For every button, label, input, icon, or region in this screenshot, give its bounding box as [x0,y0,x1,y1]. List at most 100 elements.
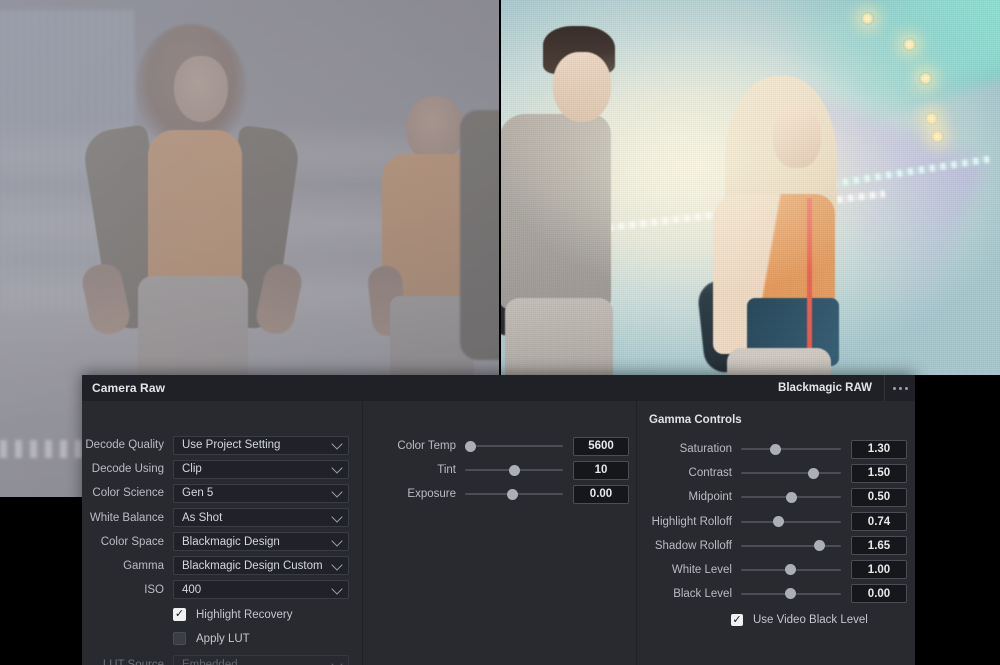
panel-body: Decode Quality Use Project Setting Decod… [82,401,915,665]
value-midpoint: 0.50 [868,491,890,503]
row-midpoint: Midpoint 0.50 [637,486,915,509]
row-gamma: Gamma Blackmagic Design Custom [82,554,362,577]
value-gamma: Blackmagic Design Custom [182,560,323,572]
color-controls-column: Color Temp 5600 Tint [363,401,636,665]
gamma-controls-column: Gamma Controls Saturation 1.30 Contr [637,401,915,665]
value-field-shadow-rolloff[interactable]: 1.65 [851,536,907,555]
value-field-saturation[interactable]: 1.30 [851,440,907,459]
slider-midpoint[interactable] [741,488,841,506]
film-grain [501,0,1000,375]
value-white-balance: As Shot [182,512,222,524]
camera-raw-panel: Camera Raw Blackmagic RAW Decode Quality… [82,375,915,665]
slider-white-level[interactable] [741,561,841,579]
row-saturation: Saturation 1.30 [637,438,915,461]
value-highlight-rolloff: 0.74 [868,516,890,528]
value-color-science: Gen 5 [182,487,213,499]
label-apply-lut: Apply LUT [196,633,250,645]
chevron-down-icon [331,559,342,570]
slider-thumb[interactable] [773,516,784,527]
slider-track [741,545,841,547]
slider-thumb[interactable] [465,441,476,452]
label-tint: Tint [389,464,465,476]
label-color-temp: Color Temp [389,440,465,452]
label-exposure: Exposure [389,488,465,500]
value-field-color-temp[interactable]: 5600 [573,437,629,456]
row-decode-quality: Decode Quality Use Project Setting [82,434,362,457]
more-options-icon[interactable] [885,375,915,401]
label-decode-using: Decode Using [82,463,173,475]
select-decode-quality[interactable]: Use Project Setting [173,436,349,455]
value-field-white-level[interactable]: 1.00 [851,560,907,579]
value-color-space: Blackmagic Design [182,536,280,548]
label-shadow-rolloff: Shadow Rolloff [637,540,741,552]
value-field-highlight-rolloff[interactable]: 0.74 [851,512,907,531]
slider-thumb[interactable] [786,492,797,503]
value-field-contrast[interactable]: 1.50 [851,464,907,483]
select-decode-using[interactable]: Clip [173,460,349,479]
select-color-science[interactable]: Gen 5 [173,484,349,503]
row-contrast: Contrast 1.50 [637,462,915,485]
slider-track [465,445,563,447]
row-white-level: White Level 1.00 [637,558,915,581]
value-tint: 10 [595,464,608,476]
chevron-down-icon [331,511,342,522]
label-lut-source: LUT Source [82,659,173,665]
checkbox-apply-lut[interactable]: Apply LUT [82,627,362,651]
select-gamma[interactable]: Blackmagic Design Custom [173,556,349,575]
row-exposure: Exposure 0.00 [389,483,636,506]
slider-track [741,472,841,474]
value-field-black-level[interactable]: 0.00 [851,584,907,603]
row-highlight-rolloff: Highlight Rolloff 0.74 [637,510,915,533]
after-clip-thumbnail[interactable] [501,0,1000,375]
value-lut-source: Embedded [182,659,238,665]
slider-thumb[interactable] [785,564,796,575]
slider-thumb[interactable] [509,465,520,476]
row-black-level: Black Level 0.00 [637,583,915,606]
checkbox-icon [731,614,743,626]
row-color-temp: Color Temp 5600 [389,435,636,458]
slider-exposure[interactable] [465,485,563,503]
slider-thumb[interactable] [808,468,819,479]
slider-contrast[interactable] [741,464,841,482]
label-white-balance: White Balance [82,512,173,524]
select-color-space[interactable]: Blackmagic Design [173,532,349,551]
slider-shadow-rolloff[interactable] [741,537,841,555]
value-saturation: 1.30 [868,443,890,455]
checkbox-use-video-black-level[interactable]: Use Video Black Level [637,608,915,632]
select-iso[interactable]: 400 [173,580,349,599]
value-white-level: 1.00 [868,564,890,576]
value-field-exposure[interactable]: 0.00 [573,485,629,504]
row-iso: ISO 400 [82,579,362,602]
value-color-temp: 5600 [588,440,614,452]
select-lut-source[interactable]: Embedded [173,655,349,665]
slider-tint[interactable] [465,461,563,479]
value-field-tint[interactable]: 10 [573,461,629,480]
slider-track [741,521,841,523]
slider-thumb[interactable] [814,540,825,551]
slider-thumb[interactable] [770,444,781,455]
row-shadow-rolloff: Shadow Rolloff 1.65 [637,534,915,557]
slider-saturation[interactable] [741,440,841,458]
slider-color-temp[interactable] [465,437,563,455]
slider-black-level[interactable] [741,585,841,603]
slider-highlight-rolloff[interactable] [741,513,841,531]
value-decode-using: Clip [182,463,202,475]
chevron-down-icon [331,583,342,594]
value-field-midpoint[interactable]: 0.50 [851,488,907,507]
slider-thumb[interactable] [507,489,518,500]
row-color-space: Color Space Blackmagic Design [82,530,362,553]
row-lut-source: LUT Source Embedded [82,654,362,665]
slider-thumb[interactable] [785,588,796,599]
value-decode-quality: Use Project Setting [182,439,280,451]
label-color-science: Color Science [82,487,173,499]
label-highlight-rolloff: Highlight Rolloff [637,516,741,528]
label-contrast: Contrast [637,467,741,479]
app-window: Camera Raw Blackmagic RAW Decode Quality… [0,0,1000,665]
raw-format-label: Blackmagic RAW [778,382,884,394]
label-color-space: Color Space [82,536,173,548]
chevron-down-icon [331,487,342,498]
checkbox-highlight-recovery[interactable]: Highlight Recovery [82,603,362,627]
select-white-balance[interactable]: As Shot [173,508,349,527]
label-white-level: White Level [637,564,741,576]
label-saturation: Saturation [637,443,741,455]
